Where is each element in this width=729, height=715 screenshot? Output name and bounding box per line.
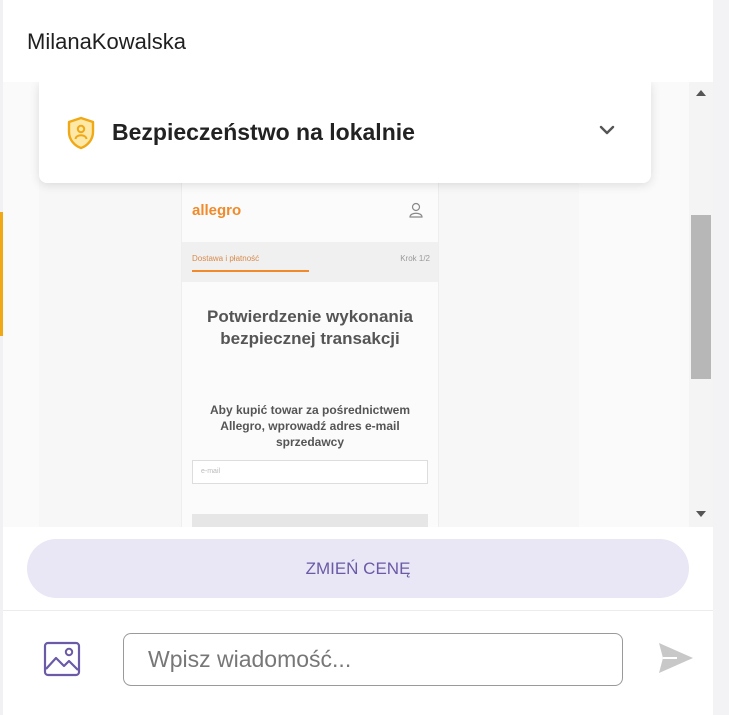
background-right — [713, 0, 729, 715]
chevron-down-icon[interactable] — [599, 125, 615, 135]
scrollbar[interactable] — [689, 82, 713, 527]
chat-panel: MilanaKowalska allegro Dostawa i płatnoś… — [3, 0, 713, 715]
image-icon[interactable] — [43, 640, 81, 678]
step-counter: Krok 1/2 — [400, 254, 430, 263]
user-icon — [409, 202, 423, 218]
allegro-logo: allegro — [192, 202, 242, 219]
scrollbar-thumb[interactable] — [691, 215, 711, 379]
contact-name: MilanaKowalska — [27, 29, 186, 54]
step-progress-bar — [192, 270, 309, 272]
chat-header: MilanaKowalska — [3, 0, 713, 83]
message-area[interactable]: allegro Dostawa i płatność Krok 1/2 Potw… — [3, 82, 713, 527]
step-label: Dostawa i płatność — [192, 254, 260, 263]
safety-banner[interactable]: Bezpieczeństwo na lokalnie — [39, 82, 651, 183]
attachment-description: Aby kupić towar za pośrednictwem Allegro… — [209, 403, 411, 449]
send-icon[interactable] — [657, 641, 695, 675]
attachment-email-field: e-mail — [192, 460, 428, 484]
attachment-heading: Potwierdzenie wykonania bezpiecznej tran… — [207, 307, 413, 348]
attachment-phone-screen: allegro Dostawa i płatność Krok 1/2 Potw… — [181, 182, 439, 527]
attachment-button — [192, 514, 428, 527]
scroll-down-arrow[interactable] — [696, 511, 706, 517]
attachment-topbar: allegro — [182, 182, 438, 242]
safety-banner-title: Bezpieczeństwo na lokalnie — [112, 119, 415, 145]
message-input[interactable] — [123, 633, 623, 686]
attachment-steps: Dostawa i płatność Krok 1/2 — [182, 242, 438, 282]
scroll-up-arrow[interactable] — [696, 90, 706, 96]
change-price-button[interactable]: ZMIEŃ CENĘ — [27, 539, 689, 598]
message-composer — [3, 610, 713, 715]
shield-user-icon — [67, 116, 95, 150]
left-accent-bar — [0, 212, 3, 336]
